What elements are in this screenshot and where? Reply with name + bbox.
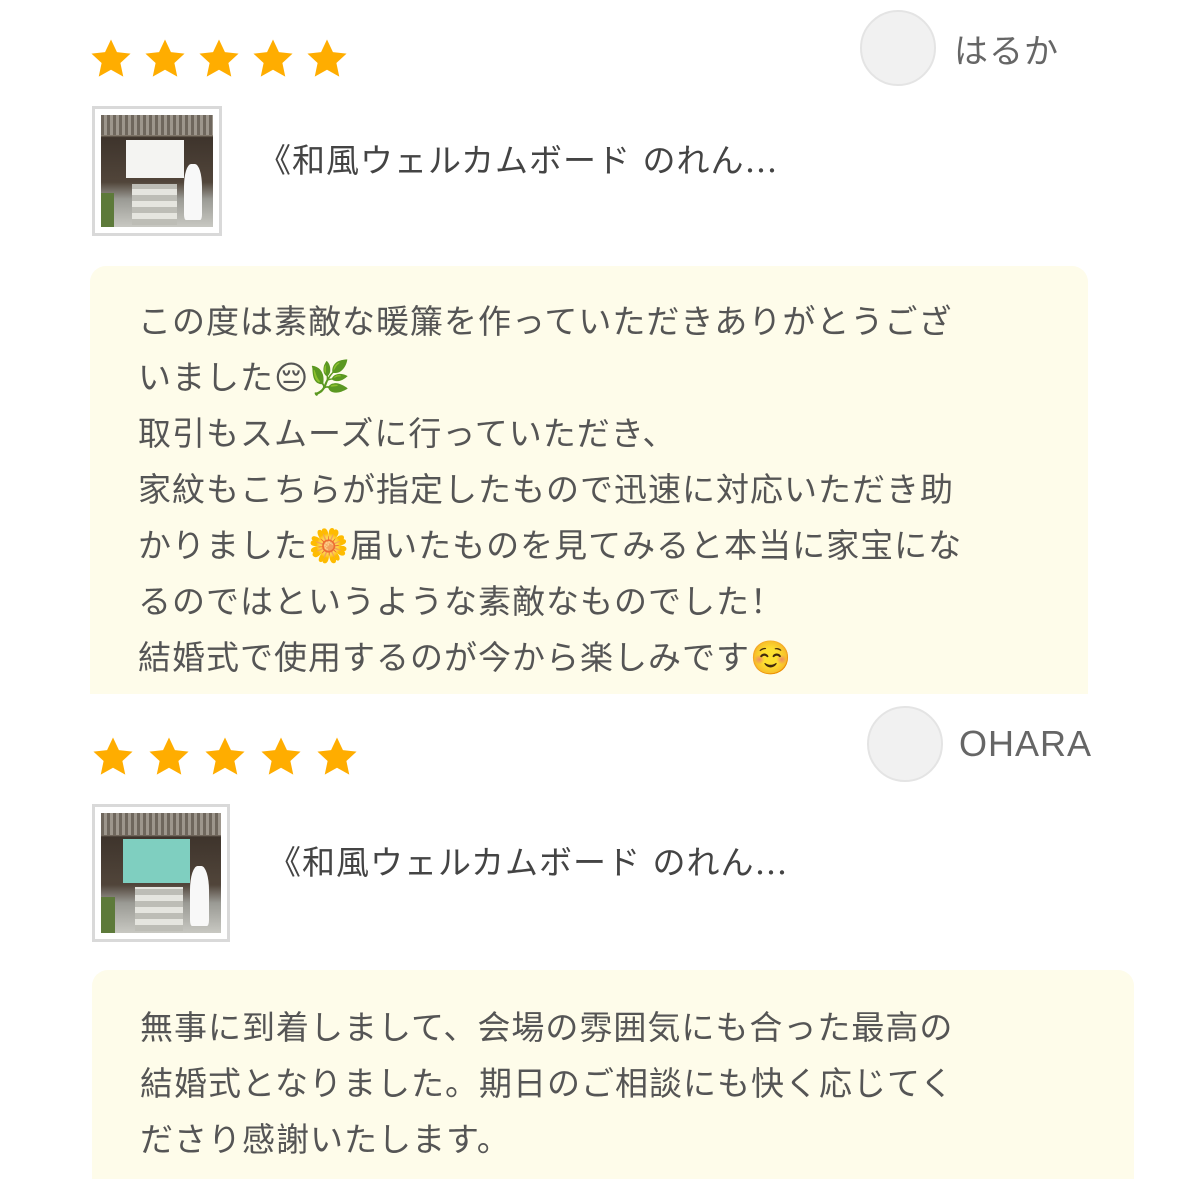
star-icon [317,737,357,775]
star-icon [253,39,293,77]
avatar[interactable] [867,706,943,782]
comment-line: ださり感謝いたします。 [140,1120,511,1159]
avatar[interactable] [860,10,936,86]
star-icon [307,39,347,77]
comment-line: 家紋もこちらが指定したもので迅速に対応いただき助 [138,470,954,509]
star-icon [261,737,301,775]
review-comment: この度は素敵な暖簾を作っていただきありがとうござ いました😔🌿 取引もスムーズに… [90,266,1088,694]
star-rating [90,734,360,780]
comment-line: 取引もスムーズに行っていただき、 [138,414,677,453]
star-icon [145,39,185,77]
comment-line: いました😔🌿 [138,358,352,397]
comment-line: この度は素敵な暖簾を作っていただきありがとうござ [138,302,953,341]
star-icon [199,39,239,77]
review-comment: 無事に到着しまして、会場の雰囲気にも合った最高の 結婚式となりました。期日のご相… [92,970,1134,1179]
reviewer-profile[interactable]: はるか [860,10,1059,86]
review-list: はるか 《和風ウェルカムボード のれん… この度は素敵な暖簾を作っていただきあり… [0,0,1179,1179]
star-icon [205,737,245,775]
product-title-link[interactable]: 《和風ウェルカムボード のれん… [268,836,789,884]
product-thumbnail[interactable] [92,804,230,942]
reviewer-profile[interactable]: OHARA [867,706,1092,782]
comment-line: 結婚式となりました。期日のご相談にも快く応じてく [140,1064,955,1103]
star-icon [93,737,133,775]
product-image [101,115,213,227]
star-icon [149,737,189,775]
reviewer-name[interactable]: はるか [954,24,1059,73]
comment-line: 結婚式で使用するのが今から楽しみです☺️ [138,638,793,677]
product-title-link[interactable]: 《和風ウェルカムボード のれん… [258,134,779,182]
comment-line: かりました🌼届いたものを見てみると本当に家宝にな [138,526,963,565]
product-image [101,813,221,933]
comment-line: 無事に到着しまして、会場の雰囲気にも合った最高の [140,1008,954,1047]
reviewer-name[interactable]: OHARA [959,723,1092,765]
comment-line: るのではというような素敵なものでした！ [138,582,784,621]
star-icon [91,39,131,77]
star-rating [88,36,350,82]
product-thumbnail[interactable] [92,106,222,236]
